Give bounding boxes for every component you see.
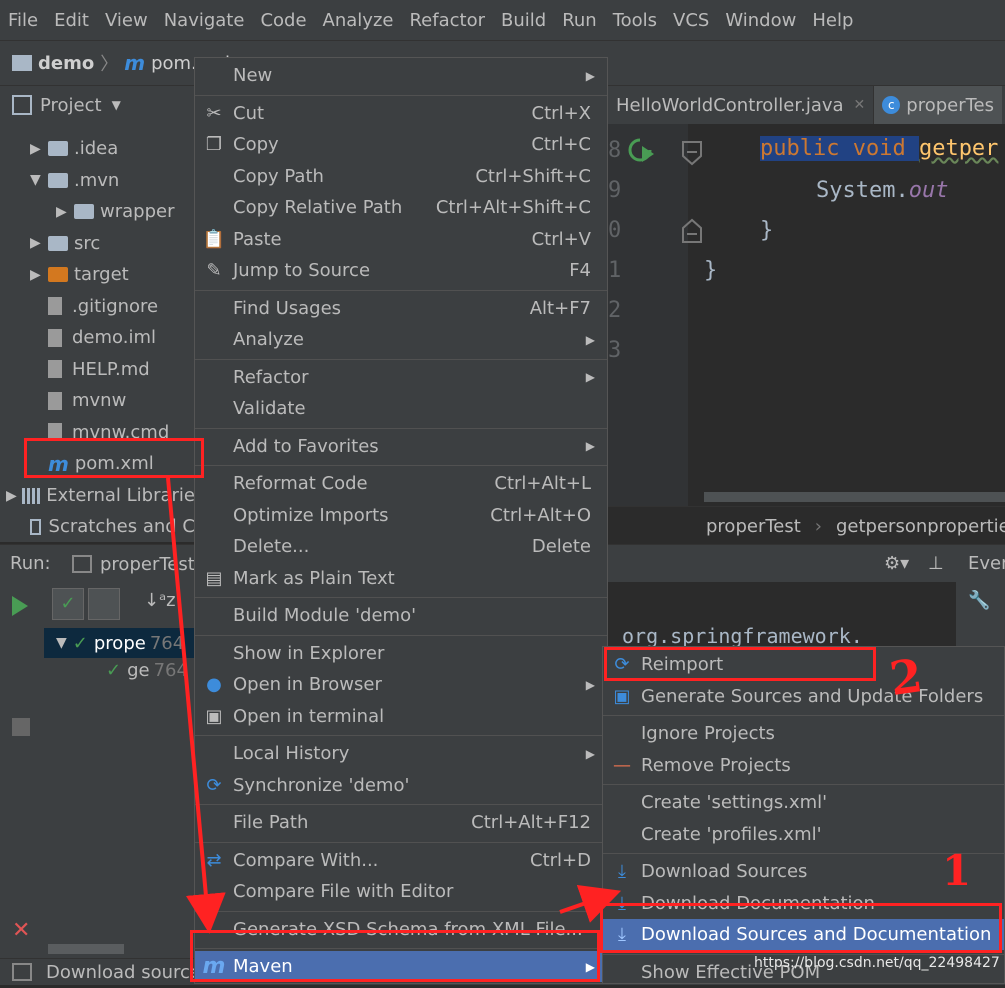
annotation-mark-1: 1	[942, 846, 972, 895]
annotation-arrows	[166, 477, 622, 934]
watermark: https://blog.csdn.net/qq_22498427	[754, 955, 1000, 971]
